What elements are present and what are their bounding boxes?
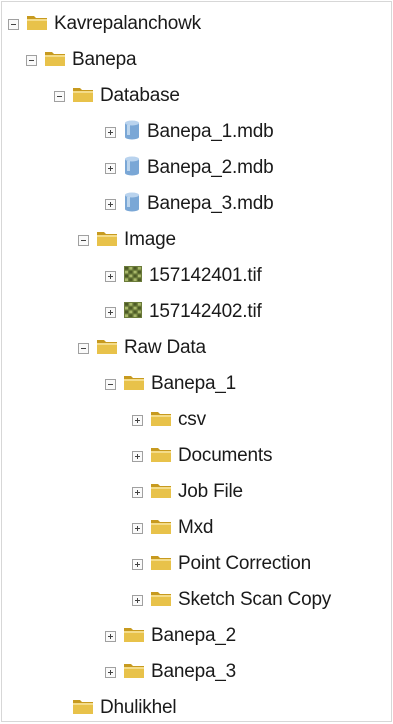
tree-node-label: Banepa_1.mdb	[147, 121, 274, 142]
tree-node-label: Banepa_3	[151, 661, 237, 682]
tree-node-label: Sketch Scan Copy	[178, 589, 332, 610]
tree-node-label: Dhulikhel	[100, 697, 177, 718]
tree-node-banepa-3-mdb[interactable]: Banepa_3.mdb	[105, 188, 274, 220]
tree-node-banepa-3[interactable]: Banepa_3	[105, 656, 236, 688]
expand-icon[interactable]	[105, 126, 116, 138]
folder-icon	[72, 85, 94, 108]
tree-node-label: Raw Data	[124, 337, 206, 358]
expand-icon[interactable]	[132, 486, 143, 498]
tree-node-dhulikhel[interactable]: Dhulikhel	[54, 692, 177, 724]
expand-icon[interactable]	[132, 522, 143, 534]
folder-icon	[96, 229, 118, 252]
tree-node-label: Database	[100, 85, 180, 106]
catalog-tree-panel: Kavrepalanchowk Banepa Database Banepa_1…	[1, 1, 392, 722]
folder-icon	[44, 49, 66, 72]
tree-node-point-correction[interactable]: Point Correction	[132, 548, 311, 580]
expand-icon[interactable]	[132, 558, 143, 570]
tree-node-157142402-tif[interactable]: 157142402.tif	[105, 296, 262, 328]
expand-icon[interactable]	[105, 162, 116, 174]
collapse-icon[interactable]	[78, 234, 89, 246]
raster-icon	[123, 301, 143, 324]
tree-node-157142401-tif[interactable]: 157142401.tif	[105, 260, 262, 292]
database-icon	[123, 192, 141, 217]
tree-node-label: Point Correction	[178, 553, 312, 574]
folder-icon	[150, 553, 172, 576]
tree-node-banepa-1[interactable]: Banepa_1	[105, 368, 236, 400]
folder-icon	[123, 661, 145, 684]
database-icon	[123, 156, 141, 181]
catalog-tree: Kavrepalanchowk Banepa Database Banepa_1…	[2, 2, 391, 721]
expand-icon[interactable]	[132, 594, 143, 606]
tree-node-database[interactable]: Database	[54, 80, 180, 112]
tree-node-label: Documents	[178, 445, 273, 466]
tree-node-banepa-2[interactable]: Banepa_2	[105, 620, 236, 652]
collapse-icon[interactable]	[26, 54, 37, 66]
tree-node-banepa-1-mdb[interactable]: Banepa_1.mdb	[105, 116, 274, 148]
tree-node-label: Kavrepalanchowk	[54, 13, 201, 34]
collapse-icon[interactable]	[8, 18, 19, 30]
tree-node-label: Mxd	[178, 517, 214, 538]
folder-icon	[150, 589, 172, 612]
tree-node-documents[interactable]: Documents	[132, 440, 272, 472]
expand-icon[interactable]	[105, 630, 116, 642]
tree-node-label: Banepa_1	[151, 373, 237, 394]
folder-icon	[123, 625, 145, 648]
raster-icon	[123, 265, 143, 288]
tree-node-mxd[interactable]: Mxd	[132, 512, 213, 544]
expand-icon[interactable]	[105, 270, 116, 282]
tree-node-label: Image	[124, 229, 176, 250]
expand-icon[interactable]	[105, 666, 116, 678]
tree-node-label: Banepa	[72, 49, 137, 70]
expand-icon[interactable]	[105, 198, 116, 210]
tree-node-label: Banepa_3.mdb	[147, 193, 274, 214]
tree-node-label: csv	[178, 409, 206, 430]
tree-node-raw-data[interactable]: Raw Data	[78, 332, 206, 364]
tree-node-banepa-2-mdb[interactable]: Banepa_2.mdb	[105, 152, 274, 184]
tree-node-label: 157142402.tif	[149, 301, 262, 322]
folder-icon	[150, 517, 172, 540]
folder-icon	[72, 697, 94, 720]
collapse-icon[interactable]	[78, 342, 89, 354]
folder-icon	[96, 337, 118, 360]
tree-node-csv[interactable]: csv	[132, 404, 206, 436]
folder-icon	[26, 13, 48, 36]
tree-node-image[interactable]: Image	[78, 224, 176, 256]
tree-node-label: 157142401.tif	[149, 265, 262, 286]
folder-icon	[123, 373, 145, 396]
tree-node-job-file[interactable]: Job File	[132, 476, 243, 508]
expand-icon[interactable]	[105, 306, 116, 318]
tree-node-kavrepalanchowk[interactable]: Kavrepalanchowk	[8, 8, 201, 40]
folder-icon	[150, 481, 172, 504]
tree-node-label: Job File	[178, 481, 243, 502]
tree-node-label: Banepa_2.mdb	[147, 157, 274, 178]
folder-icon	[150, 409, 172, 432]
collapse-icon[interactable]	[54, 90, 65, 102]
tree-node-banepa[interactable]: Banepa	[26, 44, 137, 76]
collapse-icon[interactable]	[105, 378, 116, 390]
database-icon	[123, 120, 141, 145]
tree-node-label: Banepa_2	[151, 625, 237, 646]
tree-node-sketch-scan-copy[interactable]: Sketch Scan Copy	[132, 584, 331, 616]
folder-icon	[150, 445, 172, 468]
expand-icon[interactable]	[132, 414, 143, 426]
expand-icon[interactable]	[132, 450, 143, 462]
